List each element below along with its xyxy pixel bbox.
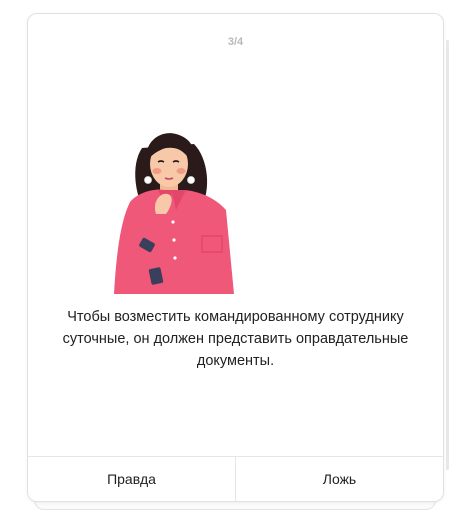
true-button[interactable]: Правда: [28, 457, 235, 501]
scrollbar-thumb[interactable]: [446, 40, 449, 470]
cheek-right: [176, 168, 186, 174]
shirt-button-1: [171, 220, 175, 224]
question-counter: 3/4: [227, 36, 244, 48]
quiz-screen: 3/4 Чтобы возместить командированному со…: [0, 0, 450, 515]
earring-right: [187, 176, 195, 184]
shirt-button-3: [173, 256, 177, 260]
cheek-left: [152, 168, 162, 174]
scrollbar[interactable]: [444, 0, 450, 515]
shirt-button-2: [172, 238, 176, 242]
thinking-woman-illustration: [114, 133, 234, 294]
answer-buttons: Правда Ложь: [28, 456, 443, 501]
earring-left: [144, 176, 152, 184]
quiz-card: 3/4 Чтобы возместить командированному со…: [27, 13, 444, 502]
false-button[interactable]: Ложь: [235, 457, 443, 501]
question-text: Чтобы возместить командированному сотруд…: [62, 309, 409, 369]
